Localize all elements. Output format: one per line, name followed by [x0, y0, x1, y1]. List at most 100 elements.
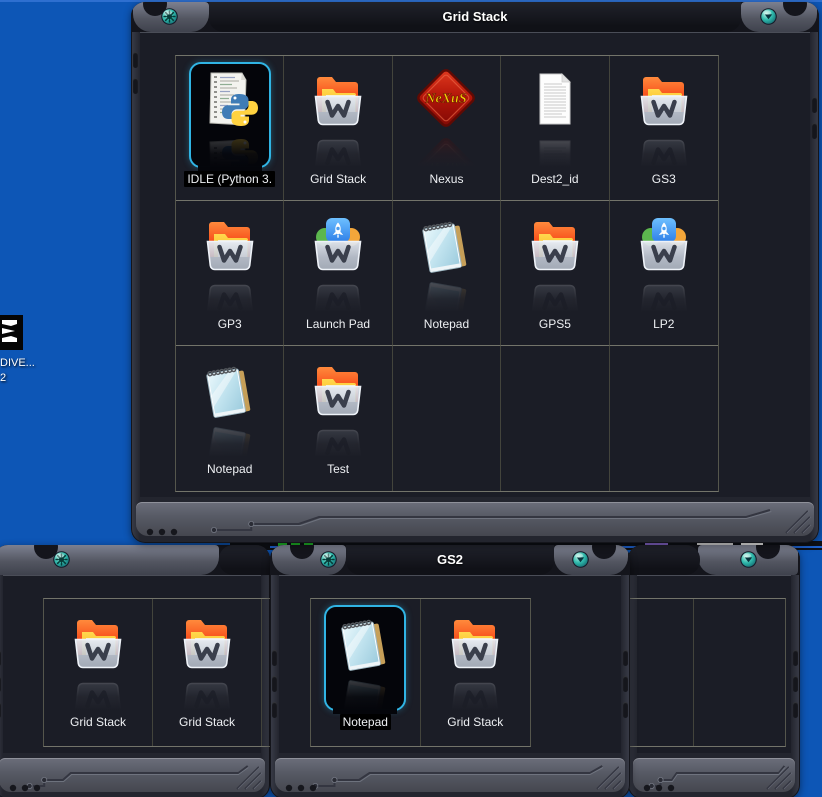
grid-cell-notepad[interactable]: Notepad [393, 201, 501, 346]
titlebar-shoulder [741, 2, 817, 32]
cell-label: GP3 [176, 317, 283, 331]
gear-orb-icon[interactable] [161, 8, 178, 25]
icon-reflection [198, 423, 262, 461]
cell-label: Dest2_id [501, 172, 608, 186]
icon-reflection: NeXuS [414, 133, 478, 171]
desktop: DIVE... 2 Grid Stack IDLE ( [0, 0, 822, 797]
resize-grip[interactable] [766, 764, 794, 790]
icon-grid-partial [628, 598, 786, 747]
gear-orb-icon[interactable] [320, 551, 337, 568]
title-tab [346, 545, 554, 575]
side-vent [812, 97, 817, 139]
cell-label: Grid Stack [284, 172, 391, 186]
notepad-icon [198, 358, 262, 461]
cell-label: Grid Stack [153, 715, 261, 729]
cell-label: Nexus [393, 172, 500, 186]
icon-reflection [306, 133, 370, 171]
window-gs2: GS2 NotepadGrid Stack [270, 545, 630, 797]
icon-reflection [632, 278, 696, 316]
grid-stack-icon [632, 68, 696, 171]
window-stack-left: Grid StackGrid Stack [0, 545, 270, 797]
grid-cell-grid-stack[interactable]: Grid Stack [421, 599, 531, 746]
titlebar[interactable] [0, 545, 270, 575]
titlebar-shoulder [554, 545, 628, 575]
grid-cell-gps5[interactable]: GPS5 [501, 201, 609, 346]
grid-cell-grid-stack[interactable]: Grid Stack [153, 599, 262, 746]
window-grid-stack: Grid Stack IDLE (Python 3.Grid StackNeXu… [131, 2, 819, 543]
titlebar-notch [756, 545, 780, 559]
chevron-down-orb-icon[interactable] [572, 551, 589, 568]
titlebar-shoulder [0, 545, 219, 575]
chevron-down-orb-icon[interactable] [740, 551, 757, 568]
icon-reflection [443, 676, 507, 714]
title-tab [219, 545, 270, 575]
titlebar[interactable]: GS2 [270, 545, 630, 575]
titlebar-notch [290, 545, 314, 559]
cell-label: Notepad [311, 715, 420, 729]
grid-cell-launch-pad[interactable]: Launch Pad [284, 201, 392, 346]
icon-reflection [306, 278, 370, 316]
grid-stack-icon [443, 611, 507, 714]
title-tab [209, 2, 741, 32]
side-vent [793, 650, 798, 718]
grid-cell-empty [610, 346, 718, 491]
titlebar-notch [592, 545, 616, 559]
icon-reflection [523, 133, 587, 171]
gear-orb-icon[interactable] [53, 551, 70, 568]
titlebar[interactable] [628, 545, 800, 575]
grid-stack-icon [66, 611, 130, 714]
icon-reflection [414, 278, 478, 316]
cell-label: GPS5 [501, 317, 608, 331]
titlebar[interactable]: Grid Stack [131, 2, 819, 32]
launch-pad-icon [306, 213, 370, 316]
resize-grip[interactable] [785, 508, 813, 534]
grid-cell-dest2-id[interactable]: Dest2_id [501, 56, 609, 201]
cell-label: Notepad [176, 462, 283, 476]
window-stack-right [628, 545, 800, 797]
cell-label: Notepad [393, 317, 500, 331]
grid-cell-grid-stack[interactable]: Grid Stack [284, 56, 392, 201]
titlebar-notch [783, 2, 807, 16]
notepad-icon [414, 213, 478, 316]
grid-cell-notepad[interactable]: Notepad [311, 599, 421, 746]
launch-pad-icon [632, 213, 696, 316]
grid-cell-grid-stack[interactable]: Grid Stack [44, 599, 153, 746]
grid-stack-icon [198, 213, 262, 316]
black-app-icon [0, 315, 23, 351]
cell-label: Grid Stack [44, 715, 152, 729]
desktop-shortcut[interactable]: DIVE... 2 [0, 315, 64, 386]
icon-grid: NotepadGrid Stack [310, 598, 531, 747]
desktop-shortcut-label: DIVE... 2 [0, 356, 64, 386]
grid-cell-empty [393, 346, 501, 491]
resize-grip[interactable] [596, 764, 624, 790]
cell-label: GS3 [610, 172, 718, 186]
grid-stack-icon [523, 213, 587, 316]
grid-cell-gs3[interactable]: GS3 [610, 56, 718, 201]
window-footer [136, 502, 814, 536]
resize-grip[interactable] [236, 764, 264, 790]
grid-cell-empty [501, 346, 609, 491]
side-vent [0, 650, 1, 718]
grid-cell-nexus[interactable]: NeXuSNeXuSNexus [393, 56, 501, 201]
side-vent [272, 650, 277, 718]
icon-grid: Grid StackGrid Stack [43, 598, 270, 747]
grid-cell-lp2[interactable]: LP2 [610, 201, 718, 346]
icon-reflection [175, 676, 239, 714]
icon-grid: IDLE (Python 3.Grid StackNeXuSNeXuSNexus… [175, 55, 719, 492]
grid-cell-gp3[interactable]: GP3 [176, 201, 284, 346]
grid-cell-idle-python-3[interactable]: IDLE (Python 3. [176, 56, 284, 201]
document-icon [523, 68, 587, 171]
title-tab [628, 545, 700, 575]
chevron-down-orb-icon[interactable] [760, 8, 777, 25]
icon-reflection [333, 676, 397, 714]
cell-label: Launch Pad [284, 317, 391, 331]
cell-label: Test [284, 462, 391, 476]
grid-stack-icon [306, 358, 370, 461]
grid-cell-empty [262, 599, 270, 746]
icon-reflection [523, 278, 587, 316]
grid-cell-test[interactable]: Test [284, 346, 392, 491]
window-footer [0, 758, 265, 792]
cell-label: LP2 [610, 317, 718, 331]
grid-cell-notepad[interactable]: Notepad [176, 346, 284, 491]
window-footer [275, 758, 625, 792]
